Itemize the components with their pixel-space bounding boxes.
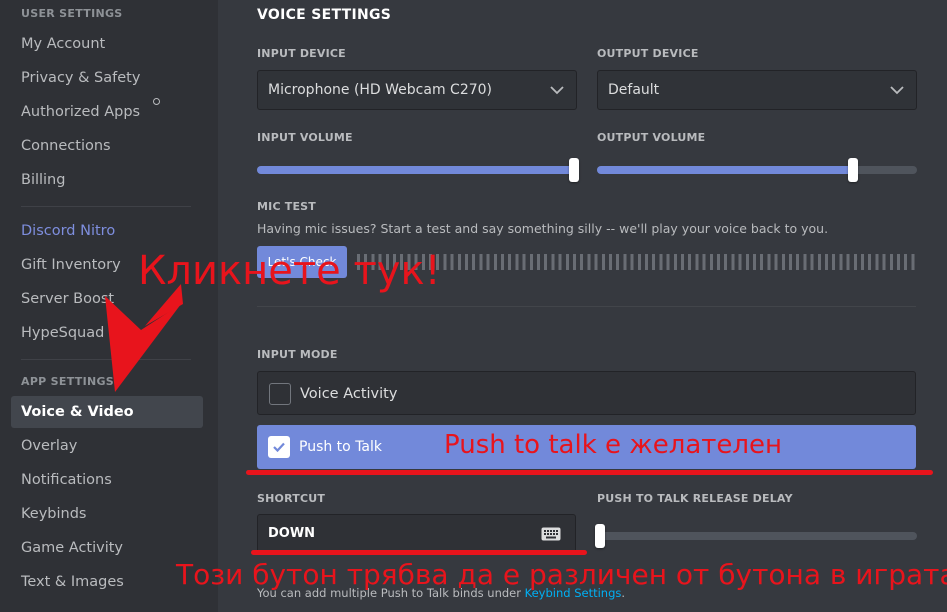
sidebar-item-keybinds[interactable]: Keybinds <box>11 498 203 530</box>
user-settings-header: USER SETTINGS <box>21 7 123 20</box>
red-underline-ptt <box>246 470 933 475</box>
input-device-value: Microphone (HD Webcam C270) <box>268 82 493 98</box>
output-device-select[interactable]: Default <box>597 70 917 110</box>
red-arrow-annotation <box>105 284 183 392</box>
red-underline-shortcut <box>251 550 587 555</box>
sidebar-item-privacy-safety[interactable]: Privacy & Safety <box>11 62 203 94</box>
section-divider <box>257 306 916 307</box>
input-mode-label: INPUT MODE <box>257 348 338 361</box>
voice-activity-option[interactable]: Voice Activity <box>257 371 916 415</box>
shortcut-key-value: DOWN <box>268 526 316 541</box>
sidebar-item-game-activity[interactable]: Game Activity <box>11 532 203 564</box>
output-device-label: OUTPUT DEVICE <box>597 47 699 60</box>
sidebar-item-voice-video[interactable]: Voice & Video <box>11 396 203 428</box>
output-volume-slider[interactable] <box>597 158 917 182</box>
mic-test-label: MIC TEST <box>257 200 316 213</box>
push-to-talk-label: Push to Talk <box>299 439 383 455</box>
chevron-down-icon <box>890 86 904 95</box>
voice-activity-checkbox[interactable] <box>269 383 291 405</box>
ptt-release-delay-label: PUSH TO TALK RELEASE DELAY <box>597 492 793 505</box>
push-to-talk-checkbox[interactable] <box>268 436 290 458</box>
shortcut-recorder[interactable]: DOWN <box>257 514 576 554</box>
voice-activity-label: Voice Activity <box>300 386 398 402</box>
page-title: VOICE SETTINGS <box>257 7 392 23</box>
input-volume-fill <box>257 166 574 174</box>
mic-level-meter <box>357 254 917 270</box>
ptt-recommended-annotation: Push to talk е желателен <box>444 430 783 460</box>
ptt-release-delay-handle[interactable] <box>595 524 606 548</box>
output-device-value: Default <box>608 82 660 98</box>
output-volume-fill <box>597 166 853 174</box>
shortcut-label: SHORTCUT <box>257 492 326 505</box>
click-here-annotation: Кликнете тук! <box>138 248 441 294</box>
input-volume-label: INPUT VOLUME <box>257 131 353 144</box>
checkmark-icon <box>273 442 285 453</box>
sidebar-item-overlay[interactable]: Overlay <box>11 430 203 462</box>
chevron-down-icon <box>550 86 564 95</box>
input-volume-slider[interactable] <box>257 158 579 182</box>
sidebar-item-discord-nitro[interactable]: Discord Nitro <box>11 215 203 247</box>
sidebar-divider <box>21 206 191 207</box>
output-volume-label: OUTPUT VOLUME <box>597 131 706 144</box>
keyboard-icon[interactable] <box>541 527 561 541</box>
sidebar-item-authorized-apps[interactable]: Authorized Apps <box>11 96 203 128</box>
input-device-label: INPUT DEVICE <box>257 47 346 60</box>
shortcut-different-annotation: Този бутон трябва да е различен от бутон… <box>176 558 947 591</box>
cursor-ring-icon <box>153 98 160 105</box>
output-volume-handle[interactable] <box>848 158 858 182</box>
input-volume-handle[interactable] <box>568 158 579 182</box>
sidebar-item-connections[interactable]: Connections <box>11 130 203 162</box>
input-device-select[interactable]: Microphone (HD Webcam C270) <box>257 70 577 110</box>
sidebar-item-notifications[interactable]: Notifications <box>11 464 203 496</box>
mic-test-description: Having mic issues? Start a test and say … <box>257 221 829 236</box>
ptt-release-delay-slider[interactable] <box>595 524 917 548</box>
sidebar-item-text-images[interactable]: Text & Images <box>11 566 203 598</box>
voice-settings-panel: VOICE SETTINGS INPUT DEVICE Microphone (… <box>218 0 947 612</box>
sidebar-item-billing[interactable]: Billing <box>11 164 203 196</box>
sidebar-item-my-account[interactable]: My Account <box>11 28 203 60</box>
